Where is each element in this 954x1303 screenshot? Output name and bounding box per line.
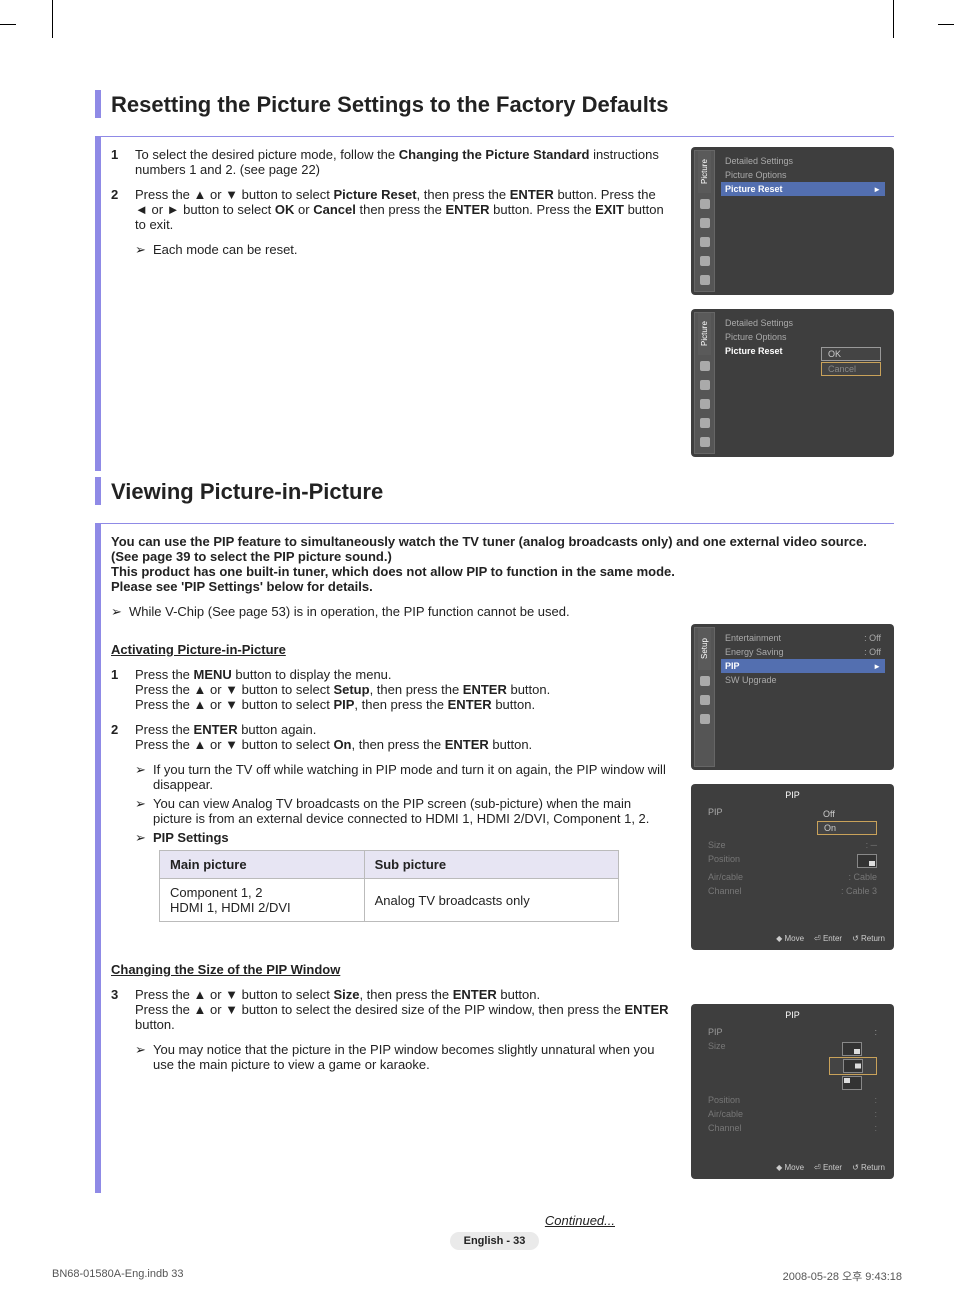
- section-body-2: You can use the PIP feature to simultane…: [95, 523, 894, 1193]
- step-2: Press the ▲ or ▼ button to select Pictur…: [135, 187, 671, 232]
- osd-pip-onoff: PIP PIPOffOn Size: ─ Position Air/cable:…: [691, 784, 894, 950]
- chevron-icon: ➢: [135, 1042, 153, 1058]
- pip-settings-table: Main pictureSub picture Component 1, 2 H…: [159, 850, 619, 922]
- continued-text: Continued...: [95, 1213, 615, 1228]
- pip-size-icon: [843, 1059, 863, 1073]
- heading-change-size: Changing the Size of the PIP Window: [111, 962, 671, 977]
- chevron-right-icon: ►: [873, 185, 881, 194]
- footer-timestamp: 2008-05-28 오후 9:43:18: [783, 1268, 902, 1284]
- cancel-option: Cancel: [821, 362, 881, 376]
- language-page-badge: English - 33: [450, 1232, 540, 1250]
- crop-mark: [52, 0, 53, 38]
- crop-mark: [893, 0, 894, 38]
- section-title-reset: Resetting the Picture Settings to the Fa…: [111, 90, 668, 118]
- manual-page: Resetting the Picture Settings to the Fa…: [0, 0, 954, 1303]
- osd-picture-reset: Picture Detailed Settings Picture Option…: [691, 147, 894, 295]
- crop-mark: [938, 24, 954, 25]
- section-header-2: Viewing Picture-in-Picture: [95, 477, 894, 505]
- chevron-icon: ➢: [135, 762, 153, 778]
- step-1: To select the desired picture mode, foll…: [135, 147, 671, 177]
- pip-size-icon: [842, 1076, 862, 1090]
- chevron-right-icon: ►: [873, 662, 881, 671]
- chevron-icon: ➢: [135, 830, 153, 846]
- page-footer: BN68-01580A-Eng.indb 33 2008-05-28 오후 9:…: [52, 1268, 902, 1284]
- chevron-icon: ➢: [135, 796, 153, 812]
- section-title-pip: Viewing Picture-in-Picture: [111, 477, 383, 505]
- ok-option: OK: [821, 347, 881, 361]
- chevron-icon: ➢: [111, 604, 129, 620]
- page-content: Resetting the Picture Settings to the Fa…: [95, 90, 894, 1250]
- crop-mark: [0, 24, 16, 25]
- footer-file: BN68-01580A-Eng.indb 33: [52, 1268, 183, 1284]
- heading-activate-pip: Activating Picture-in-Picture: [111, 642, 671, 657]
- osd-setup-pip: Setup Entertainment: Off Energy Saving: …: [691, 624, 894, 770]
- pip-size-icon: [842, 1042, 862, 1056]
- pip-pos-icon: [857, 854, 877, 868]
- section-body-1: 1To select the desired picture mode, fol…: [95, 136, 894, 471]
- chevron-icon: ➢: [135, 242, 153, 258]
- section-header-1: Resetting the Picture Settings to the Fa…: [95, 90, 894, 118]
- pip-intro: You can use the PIP feature to simultane…: [111, 534, 894, 594]
- osd-pip-size: PIP PIP: Size Position: Air/cable: Chann…: [691, 1004, 894, 1179]
- osd-picture-reset-confirm: Picture Detailed Settings Picture Option…: [691, 309, 894, 457]
